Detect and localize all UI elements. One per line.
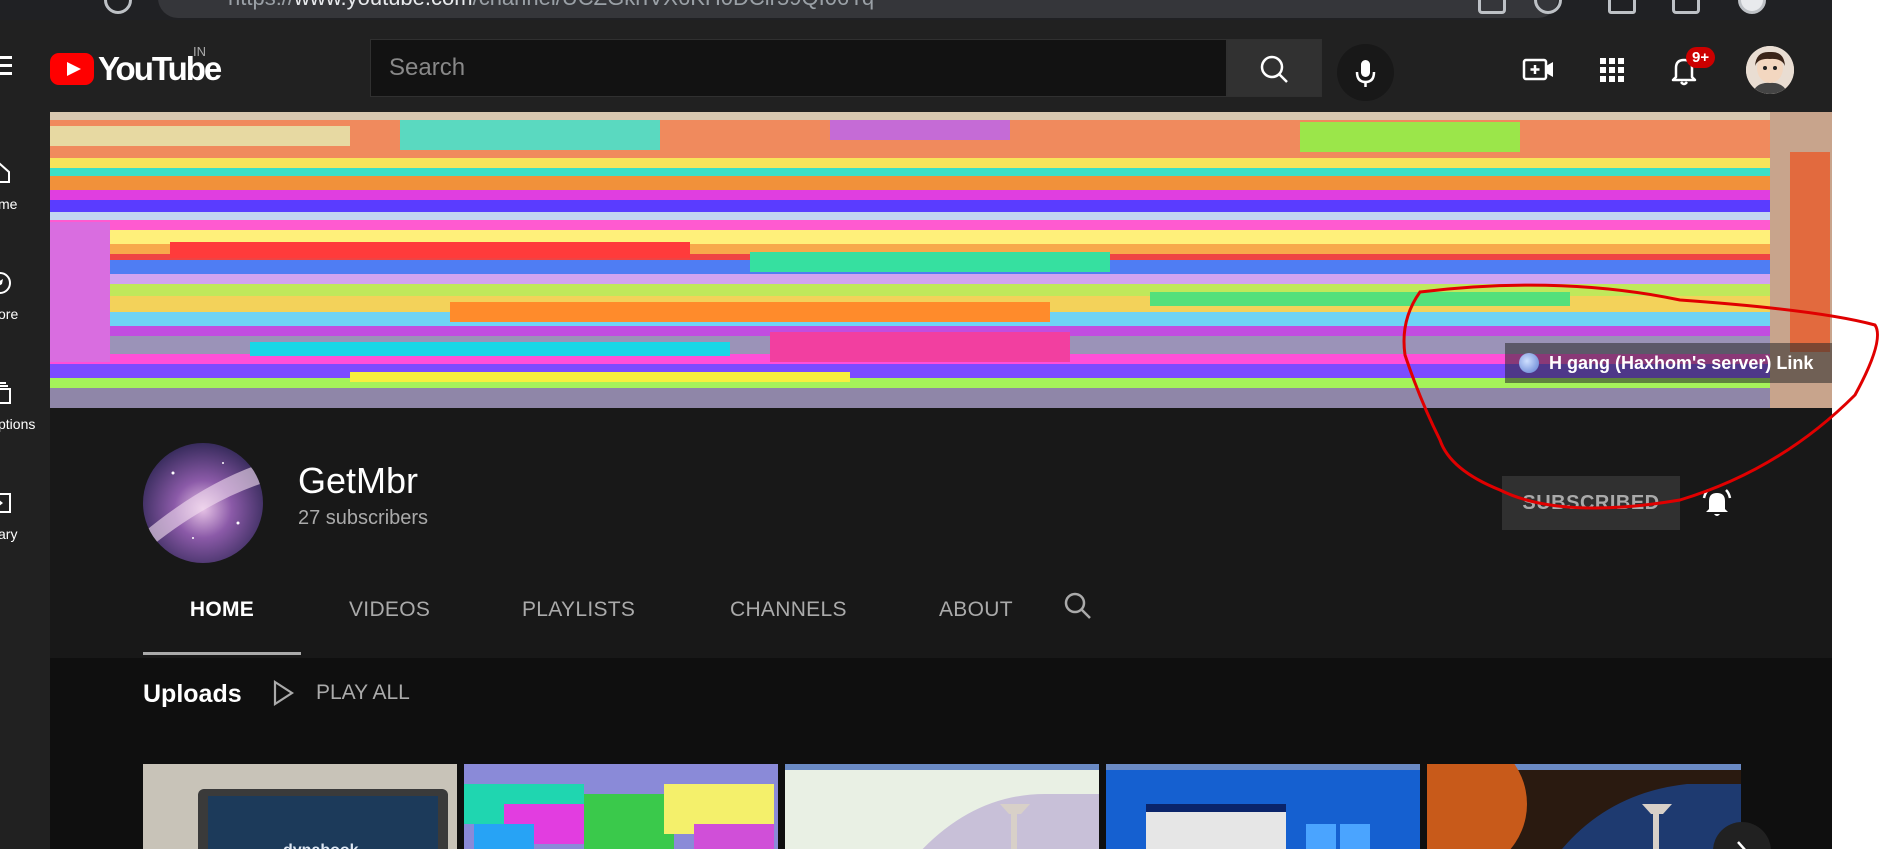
globe-icon <box>1519 353 1539 373</box>
channel-name: GetMbr <box>298 460 419 501</box>
sidebar-item-label: ptions <box>0 416 36 432</box>
sidebar: me ore ptions ary <box>0 116 50 849</box>
banner-link-text: H gang (Haxhom's server) Link <box>1549 352 1814 373</box>
banner-link[interactable]: H gang (Haxhom's server) Link <box>1505 343 1832 383</box>
browser-chrome: https://www.youtube.com/channel/UCZGkrIV… <box>0 0 1832 20</box>
tab-home[interactable]: HOME <box>143 568 301 658</box>
browser-extension-icon[interactable] <box>1478 0 1506 14</box>
search-input[interactable]: Search <box>370 39 1227 97</box>
channel-banner: H gang (Haxhom's server) Link <box>50 112 1832 408</box>
refresh-icon[interactable] <box>104 0 132 14</box>
video-thumbnail[interactable]: dynabook <box>143 764 457 849</box>
channel-header: GetMbr 27 subscribers SUBSCRIBED HOME VI… <box>50 408 1832 658</box>
voice-search-button[interactable] <box>1337 44 1394 101</box>
collections-icon[interactable] <box>1672 0 1700 14</box>
sidebar-item-label: me <box>0 196 18 212</box>
shelf-next-button[interactable] <box>1713 822 1771 849</box>
microphone-icon <box>1355 60 1376 87</box>
play-all-label: PLAY ALL <box>316 681 410 704</box>
page-margin <box>1832 0 1880 849</box>
video-thumbnail[interactable] <box>1427 764 1741 849</box>
library-icon <box>0 493 11 513</box>
youtube-logo[interactable]: YouTube IN <box>50 44 222 88</box>
apps-grid-icon[interactable] <box>1592 50 1632 90</box>
youtube-app: YouTube IN Search 9+ me ore ptions ary H… <box>0 20 1832 849</box>
compass-icon <box>0 272 11 294</box>
play-icon <box>273 680 294 706</box>
sidebar-item-label: ary <box>0 526 18 542</box>
search-icon <box>1064 592 1091 619</box>
uploads-title[interactable]: Uploads <box>143 680 242 709</box>
favorites-icon[interactable] <box>1608 0 1636 14</box>
channel-search-button[interactable] <box>1063 591 1093 621</box>
thumbnail-caption: dynabook <box>283 842 359 849</box>
notification-bell-icon[interactable] <box>1700 486 1734 520</box>
tab-channels[interactable]: CHANNELS <box>730 568 847 658</box>
search-button[interactable] <box>1227 39 1322 97</box>
sidebar-item-label: ore <box>0 306 19 322</box>
chevron-right-icon <box>1737 841 1746 849</box>
home-icon <box>0 162 10 183</box>
search-icon <box>1260 55 1288 83</box>
video-thumbnail[interactable] <box>785 764 1099 849</box>
account-avatar[interactable] <box>1746 46 1794 94</box>
notifications-badge: 9+ <box>1686 47 1716 68</box>
subscriber-count: 27 subscribers <box>298 507 429 529</box>
profile-icon[interactable] <box>1738 0 1766 14</box>
video-thumbnail[interactable] <box>464 764 778 849</box>
menu-icon[interactable] <box>0 56 12 76</box>
back-icon[interactable] <box>40 0 68 14</box>
masthead: YouTube IN Search 9+ <box>0 20 1832 116</box>
play-all-button[interactable]: PLAY ALL <box>272 680 410 706</box>
tab-playlists[interactable]: PLAYLISTS <box>522 568 635 658</box>
subscribed-button[interactable]: SUBSCRIBED <box>1502 476 1680 530</box>
tab-about[interactable]: ABOUT <box>939 568 1013 658</box>
tab-videos[interactable]: VIDEOS <box>349 568 430 658</box>
create-video-icon[interactable] <box>1518 50 1558 90</box>
subscriptions-icon <box>0 382 11 404</box>
youtube-play-icon <box>50 53 94 85</box>
video-thumbnail[interactable] <box>1106 764 1420 849</box>
region-code: IN <box>193 44 206 59</box>
channel-avatar[interactable] <box>143 443 263 563</box>
address-bar[interactable]: https://www.youtube.com/channel/UCZGkrIV… <box>158 0 1558 18</box>
